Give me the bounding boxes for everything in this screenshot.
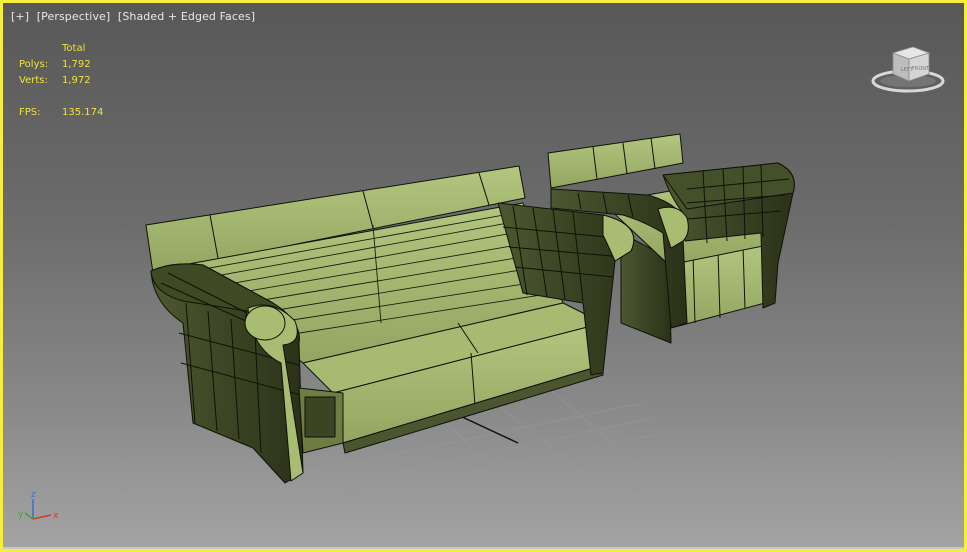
- verts-key: Verts:: [19, 75, 48, 86]
- viewcube-front-face: FRONT: [912, 66, 930, 72]
- sofa-model[interactable]: [145, 165, 635, 484]
- viewport-point-of-view-label[interactable]: [Perspective]: [37, 10, 111, 23]
- polys-key: Polys:: [19, 59, 49, 70]
- scene-canvas[interactable]: [3, 3, 967, 552]
- fps-value: 135.174: [62, 107, 104, 118]
- verts-value: 1,972: [62, 75, 91, 86]
- fps-key: FPS:: [19, 107, 41, 118]
- viewport-bottom-edge: [3, 547, 964, 549]
- axis-x-label: x: [53, 511, 59, 521]
- axis-tripod-icon: z x y: [18, 490, 59, 521]
- viewport-shading-label[interactable]: [Shaded + Edged Faces]: [118, 10, 255, 23]
- perspective-viewport[interactable]: [+] [Perspective] [Shaded + Edged Faces]…: [0, 0, 967, 552]
- axis-y-label: y: [18, 510, 24, 520]
- viewport-label[interactable]: [+] [Perspective] [Shaded + Edged Faces]: [11, 10, 255, 23]
- polys-value: 1,792: [62, 59, 91, 70]
- armchair-back: [547, 133, 684, 189]
- stats-header: Total: [62, 43, 86, 54]
- viewport-menu-plus[interactable]: [+]: [11, 10, 29, 23]
- viewcube-icon[interactable]: LEFT FRONT: [871, 41, 949, 95]
- axis-z-label: z: [31, 490, 36, 500]
